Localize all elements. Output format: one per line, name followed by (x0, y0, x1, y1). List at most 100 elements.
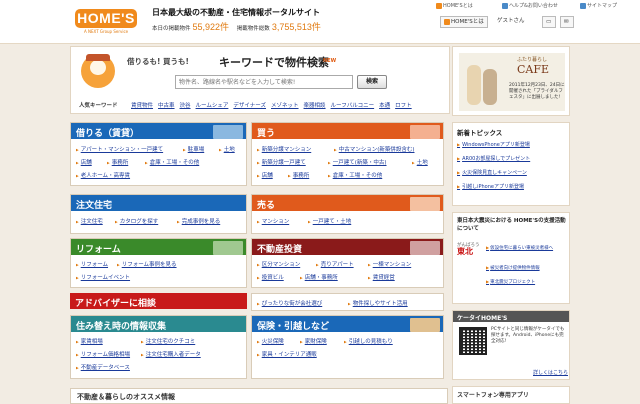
keyword-link[interactable]: 賃貸物件 (131, 103, 153, 109)
insurance-link[interactable]: 火災保険 (257, 337, 284, 345)
support-link[interactable]: 被災者向け提供物件情報 (486, 265, 568, 272)
move-info-link-label: 不動産データベース (80, 365, 130, 371)
search-input[interactable] (175, 75, 353, 89)
search-catchphrase: 借りるも! 買うも! (127, 57, 189, 66)
order-link[interactable]: カタログを探す (115, 217, 159, 225)
about-homes-button[interactable]: HOME'Sとは (440, 16, 488, 28)
mail-icon[interactable]: ✉ (560, 16, 574, 28)
news-item[interactable]: 火災保険見直しキャンペーン (457, 169, 527, 176)
rent-link[interactable]: アパート・マンション・一戸建て (76, 145, 163, 153)
buy-link[interactable]: 新築分譲マンション (257, 145, 312, 153)
house-icon (410, 197, 440, 211)
news-item[interactable]: 引越しiPhoneアプリ新登場 (457, 183, 524, 190)
move-info-link[interactable]: 注文住宅購入者データ (141, 350, 201, 358)
keyword-link[interactable]: メゾネット (271, 103, 299, 109)
rent-link[interactable]: 倉庫・工場・その他 (145, 158, 200, 166)
invest-link[interactable]: 店舗・事務所 (300, 273, 338, 281)
util-link-sitemap[interactable]: サイトマップ (580, 2, 617, 9)
rent-link[interactable]: 土地 (219, 145, 235, 153)
util-link-help[interactable]: ヘルプ&お問い合わせ (502, 2, 558, 9)
recommended-info-heading: 不動産＆暮らしのオススメ情報 (70, 388, 448, 404)
keyword-link[interactable]: 本通 (379, 103, 390, 109)
buy-link[interactable]: 店舗 (257, 171, 273, 179)
keyword-link[interactable]: ルームシェア (196, 103, 229, 109)
guest-label: ゲストさん (497, 18, 525, 24)
news-item[interactable]: WindowsPhoneアプリ新登場 (457, 141, 530, 148)
move-info-link-label: リフォーム価格相場 (80, 352, 131, 358)
keyword-link[interactable]: 楽器相談 (304, 103, 326, 109)
move-info-link[interactable]: 家賃相場 (76, 337, 103, 345)
invest-link[interactable]: 一棟マンション (368, 260, 412, 268)
buy-link[interactable]: 倉庫・工場・その他 (328, 171, 383, 179)
buy-link[interactable]: 一戸建て(新築・中古) (328, 158, 387, 166)
rent-link[interactable]: 老人ホーム・高専賃 (76, 171, 130, 179)
about-homes-label: HOME'Sとは (451, 19, 484, 25)
rent-link[interactable]: 駐車場 (183, 145, 205, 153)
rent-link-label: 老人ホーム・高専賃 (80, 173, 131, 179)
homes-logo[interactable]: HOME'S (75, 9, 137, 28)
util-link-sitemap-label: サイトマップ (587, 3, 618, 9)
reform-link[interactable]: リフォーム (76, 260, 108, 268)
order-link-label: カタログを探す (119, 219, 159, 225)
buy-link-label: 中古マンション(新築併設含む) (338, 147, 415, 153)
popular-keywords-label: 人気キーワード (79, 103, 118, 109)
top-header: HOME'S A NEXT Group Service 日本最大級の不動産・住宅… (0, 0, 640, 44)
invest-link[interactable]: 売りアパート (316, 260, 354, 268)
rent-link[interactable]: 事務所 (107, 158, 129, 166)
keyword-link[interactable]: ロフト (395, 103, 412, 109)
mobile-homes-panel: ケータイHOME'S PCサイトと同じ情報がケータイでも探せます。Android… (452, 310, 570, 380)
building-icon (410, 241, 440, 255)
cafe-title: CAFE (517, 63, 550, 76)
advisor-header[interactable]: アドバイザーに相談 (70, 293, 247, 309)
buy-link[interactable]: 事務所 (288, 171, 310, 179)
reform-link[interactable]: リフォーム事例を見る (117, 260, 177, 268)
sell-link[interactable]: 一戸建て・土地 (308, 217, 352, 225)
sell-link[interactable]: マンション (257, 217, 290, 225)
search-button[interactable]: 検索 (357, 75, 387, 89)
cafe-banner[interactable]: ふたり暮らし CAFE 2011年12月23日、24日に開催された「ブライダルフ… (452, 46, 570, 116)
insurance-link[interactable]: 家具・インテリア通販 (257, 350, 317, 358)
advisor-link[interactable]: 物件探しやサイト活用 (348, 299, 408, 307)
invest-link[interactable]: 投資ビル (257, 273, 284, 281)
insurance-link[interactable]: 家財保険 (300, 337, 327, 345)
rent-link[interactable]: 店舗 (76, 158, 92, 166)
buy-link[interactable]: 土地 (412, 158, 428, 166)
order-header[interactable]: 注文住宅 (71, 195, 246, 211)
invest-link[interactable]: 賃貸経営 (368, 273, 395, 281)
news-title: 新着トピックス (457, 129, 503, 137)
utility-links: HOME'Sとは ヘルプ&お問い合わせ サイトマップ (430, 0, 640, 12)
move-info-link[interactable]: 注文住宅のクチコミ (141, 337, 196, 345)
stats-value-today: 55,922件 (192, 22, 230, 32)
earthquake-support-panel: 東日本大震災における HOME'Sの支援活動について がんばろう東北 仮設住宅に… (452, 212, 570, 304)
util-link-help-label: ヘルプ&お問い合わせ (509, 3, 558, 9)
insurance-section: 保険・引越しなど 火災保険 家財保険 引越しの見積もり 家具・インテリア通販 (251, 315, 444, 379)
news-item[interactable]: AR00お部屋探しでプレゼント (457, 155, 530, 162)
keyword-link[interactable]: 中古車 (158, 103, 175, 109)
move-info-link[interactable]: 不動産データベース (76, 363, 130, 371)
login-icon[interactable]: ▭ (542, 16, 556, 28)
buy-link[interactable]: 新築分譲一戸建て (257, 158, 306, 166)
mascot-icon (81, 54, 115, 88)
search-title: キーワードで物件検索 (219, 56, 329, 69)
popular-keywords: 賃貸物件 中古車 渋谷 ルームシェア デザイナーズ メゾネット 楽器相談 ルーフバルコニー 本通… (131, 101, 417, 109)
rent-section: 借りる（賃貸） アパート・マンション・一戸建て 駐車場 土地 店舗 事務所 倉庫… (70, 122, 247, 186)
order-link[interactable]: 完成事例を見る (177, 217, 221, 225)
insurance-link[interactable]: 引越しの見積もり (344, 337, 393, 345)
advisor-link[interactable]: ぴったりな街が会社選び (257, 299, 323, 307)
reform-link[interactable]: リフォームイベント (76, 273, 130, 281)
support-link[interactable]: 仮設住宅に暮らい東被災者様へ (486, 245, 568, 252)
keyword-link[interactable]: ルーフバルコニー (331, 103, 375, 109)
order-link[interactable]: 注文住宅 (76, 217, 103, 225)
keyword-link[interactable]: 渋谷 (180, 103, 191, 109)
buy-link[interactable]: 中古マンション(新築併設含む) (334, 145, 415, 153)
invest-link[interactable]: 区分マンション (257, 260, 301, 268)
move-info-link[interactable]: リフォーム価格相場 (76, 350, 130, 358)
truck-icon (410, 318, 440, 332)
buy-link-label: 土地 (416, 160, 428, 166)
keyword-link[interactable]: デザイナーズ (233, 103, 266, 109)
mobile-more-link[interactable]: 詳しくはこちら (533, 369, 568, 376)
support-link[interactable]: 東北震災プロジェクト (486, 279, 568, 286)
move-info-header[interactable]: 住み替え時の情報収集 (71, 316, 246, 332)
order-link-label: 完成事例を見る (181, 219, 221, 225)
util-link-about[interactable]: HOME'Sとは (436, 2, 473, 9)
